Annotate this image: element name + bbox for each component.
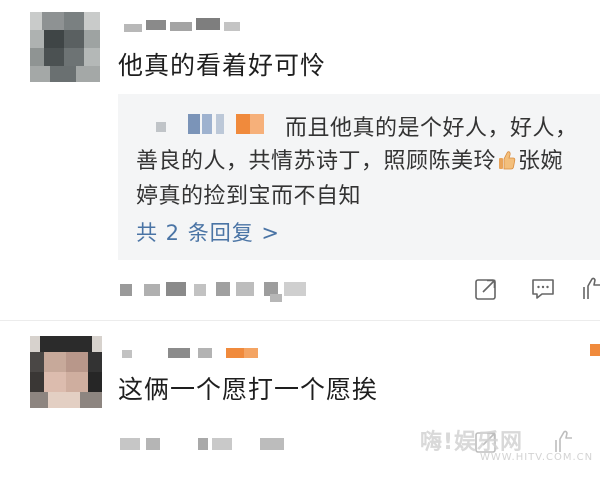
- reply-username-masked[interactable]: [156, 112, 276, 136]
- username-masked[interactable]: [120, 14, 250, 38]
- comment-meta-masked: [120, 280, 320, 302]
- reply-text-line2a: 善良的人，共情苏诗丁，照顾陈美玲: [136, 149, 497, 174]
- avatar[interactable]: [30, 336, 102, 408]
- reply-text-line1: 而且他真的是个好人，好人，: [285, 116, 578, 141]
- share-icon[interactable]: [472, 275, 500, 303]
- avatar[interactable]: [30, 12, 100, 82]
- username-masked[interactable]: [120, 344, 280, 364]
- badge-marker: [590, 344, 600, 356]
- watermark-url: WWW.HITV.COM.CN: [480, 452, 594, 463]
- view-replies-link[interactable]: 共 2 条回复 >: [136, 217, 280, 247]
- comment-meta-masked: [120, 434, 320, 454]
- reply-text-line2b: 张婉: [518, 149, 564, 174]
- like-icon[interactable]: [580, 275, 600, 303]
- divider: [0, 320, 600, 321]
- comment-icon[interactable]: [529, 275, 557, 303]
- reply-text-line3: 婷真的捡到宝而不自知: [136, 184, 362, 209]
- reply-text-line2: 善良的人，共情苏诗丁，照顾陈美玲 张婉: [136, 143, 563, 175]
- comment-text: 这俩一个愿打一个愿挨: [118, 375, 379, 404]
- comment-text: 他真的看着好可怜: [118, 51, 327, 80]
- thumbs-up-icon: [498, 149, 516, 171]
